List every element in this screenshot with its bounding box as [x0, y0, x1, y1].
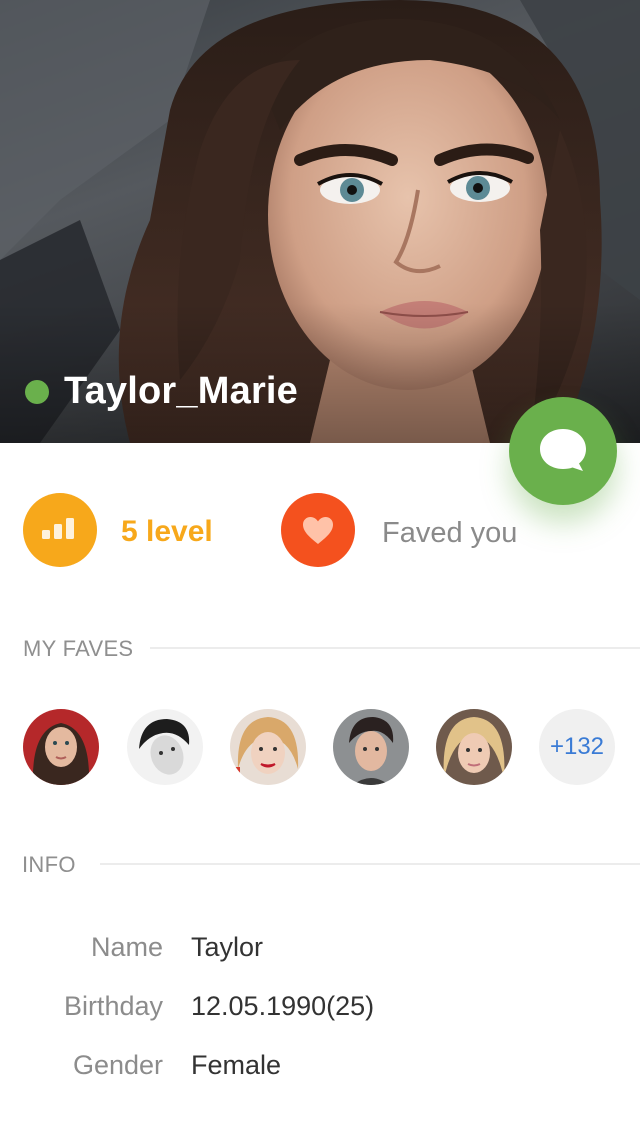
info-value-name: Taylor: [191, 932, 264, 962]
more-faves-button[interactable]: +132: [539, 709, 615, 785]
faved-you-label: Faved you: [382, 517, 518, 549]
online-status-dot: [25, 380, 49, 404]
avatar-photo: [23, 709, 99, 785]
fave-avatar[interactable]: [436, 709, 512, 785]
info-value-gender: Female: [191, 1050, 282, 1080]
heart-icon: [303, 517, 333, 544]
avatar-photo: [436, 709, 512, 785]
info-label-birthday: Birthday: [63, 991, 163, 1021]
level-badge: [23, 493, 97, 567]
fave-avatar[interactable]: [230, 709, 306, 785]
avatar-photo: [127, 709, 203, 785]
chat-bubble-icon: [540, 429, 586, 471]
info-label-gender: Gender: [72, 1050, 163, 1080]
info-heading: INFO: [22, 852, 76, 877]
fave-avatar[interactable]: [23, 709, 99, 785]
faved-badge[interactable]: [281, 493, 355, 567]
my-faves-heading: MY FAVES: [23, 636, 134, 661]
avatar-photo: [333, 709, 409, 785]
avatar-photo: [230, 709, 306, 785]
info-divider: [100, 863, 640, 865]
fave-avatar[interactable]: [333, 709, 409, 785]
signal-bars-icon: [42, 518, 74, 539]
info-label-name: Name: [90, 932, 163, 962]
profile-username: Taylor_Marie: [64, 370, 299, 412]
profile-screen: Taylor_Marie 5 level Faved you MY FAVES: [0, 0, 640, 1125]
info-value-birthday: 12.05.1990(25): [191, 991, 375, 1021]
chat-button[interactable]: [509, 397, 617, 505]
fave-avatar[interactable]: [127, 709, 203, 785]
level-label: 5 level: [121, 515, 213, 548]
my-faves-divider: [150, 647, 640, 649]
